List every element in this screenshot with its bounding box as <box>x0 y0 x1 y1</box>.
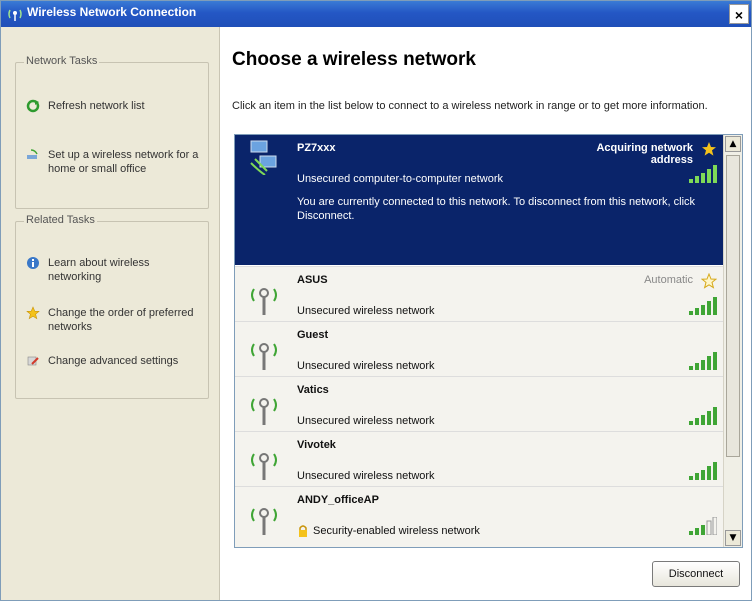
wireless-network-icon <box>251 453 277 480</box>
task-pane: Network Tasks Refresh network list Set u… <box>1 27 220 600</box>
network-status: Automatic <box>644 274 693 286</box>
computer-to-computer-icon <box>250 140 277 175</box>
network-description: Unsecured wireless network <box>297 415 435 427</box>
network-status: Acquiring network address <box>596 142 693 166</box>
signal-strength-icon <box>689 517 717 535</box>
network-tasks-group: Network Tasks Refresh network list Set u… <box>15 55 209 209</box>
page-title: Choose a wireless network <box>232 49 476 70</box>
wireless-network-icon <box>251 398 277 425</box>
network-ssid: Vatics <box>297 384 329 396</box>
signal-strength-icon <box>689 352 717 370</box>
wireless-icon <box>8 9 22 21</box>
preferred-star-icon <box>701 273 717 289</box>
title-bar[interactable]: Wireless Network Connection × <box>1 1 751 27</box>
related-tasks-title: Related Tasks <box>24 214 97 226</box>
instruction-text: Click an item in the list below to conne… <box>232 100 708 112</box>
network-description: Unsecured wireless network <box>297 305 435 317</box>
wireless-network-icon <box>251 288 277 315</box>
network-ssid: ANDY_officeAP <box>297 494 379 506</box>
wireless-network-window: Wireless Network Connection × Network Ta… <box>0 0 752 601</box>
change-order-link[interactable]: Change the order of preferred networks <box>26 306 201 334</box>
setup-network-icon <box>27 149 38 159</box>
network-ssid: ASUS <box>297 274 328 286</box>
network-ssid: Guest <box>297 329 329 341</box>
network-item-vatics[interactable]: Vatics Unsecured wireless network <box>235 376 723 431</box>
star-icon <box>26 306 40 320</box>
learn-wireless-link[interactable]: Learn about wireless networking <box>26 256 201 284</box>
preferred-star-icon <box>702 142 716 156</box>
signal-strength-icon <box>689 165 717 183</box>
network-item-asus[interactable]: ASUS Automatic Unsecured wireless networ… <box>235 266 723 321</box>
scroll-up-button[interactable]: ▲ <box>725 136 741 152</box>
change-advanced-settings-link[interactable]: Change advanced settings <box>26 354 201 368</box>
change-order-label: Change the order of preferred networks <box>48 307 194 333</box>
network-description: Unsecured wireless network <box>297 360 435 372</box>
network-detail: You are currently connected to this netw… <box>297 196 696 222</box>
network-description: Security-enabled wireless network <box>313 525 480 537</box>
info-icon <box>27 257 39 269</box>
wireless-network-icon <box>251 343 277 370</box>
network-item-guest[interactable]: Guest Unsecured wireless network <box>235 321 723 376</box>
setup-wireless-network-label: Set up a wireless network for a home or … <box>48 149 199 175</box>
signal-strength-icon <box>689 407 717 425</box>
related-tasks-group: Related Tasks Learn about wireless netwo… <box>15 214 209 399</box>
setup-wireless-network-link[interactable]: Set up a wireless network for a home or … <box>26 148 201 176</box>
network-description: Unsecured computer-to-computer network <box>297 173 504 185</box>
scroll-thumb[interactable] <box>726 155 740 457</box>
refresh-icon <box>26 99 40 113</box>
lock-icon <box>299 525 307 537</box>
settings-icon <box>27 356 39 366</box>
scroll-down-button[interactable]: ▼ <box>725 530 741 546</box>
network-item-andy-officeap[interactable]: ANDY_officeAP Security-enabled wireless … <box>235 486 723 547</box>
change-advanced-settings-label: Change advanced settings <box>48 355 179 367</box>
close-button[interactable]: × <box>729 4 749 24</box>
signal-strength-icon <box>689 297 717 315</box>
network-ssid: Vivotek <box>297 439 336 451</box>
network-tasks-title: Network Tasks <box>24 55 100 67</box>
wireless-network-icon <box>251 508 277 535</box>
network-list[interactable]: PZ7xxx Acquiring network address Unsecur… <box>234 134 743 548</box>
window-title: Wireless Network Connection <box>27 5 197 19</box>
network-item-vivotek[interactable]: Vivotek Unsecured wireless network <box>235 431 723 486</box>
refresh-network-list-label: Refresh network list <box>48 100 145 112</box>
signal-strength-icon <box>689 462 717 480</box>
learn-wireless-label: Learn about wireless networking <box>48 257 150 283</box>
disconnect-button[interactable]: Disconnect <box>652 561 740 587</box>
network-description: Unsecured wireless network <box>297 470 435 482</box>
network-item-pz7xxx[interactable]: PZ7xxx Acquiring network address Unsecur… <box>235 135 723 265</box>
network-ssid: PZ7xxx <box>297 142 336 154</box>
main-pane: Choose a wireless network Click an item … <box>220 27 751 600</box>
refresh-network-list-link[interactable]: Refresh network list <box>26 99 201 113</box>
network-list-scrollbar[interactable]: ▲ ▼ <box>723 135 742 547</box>
